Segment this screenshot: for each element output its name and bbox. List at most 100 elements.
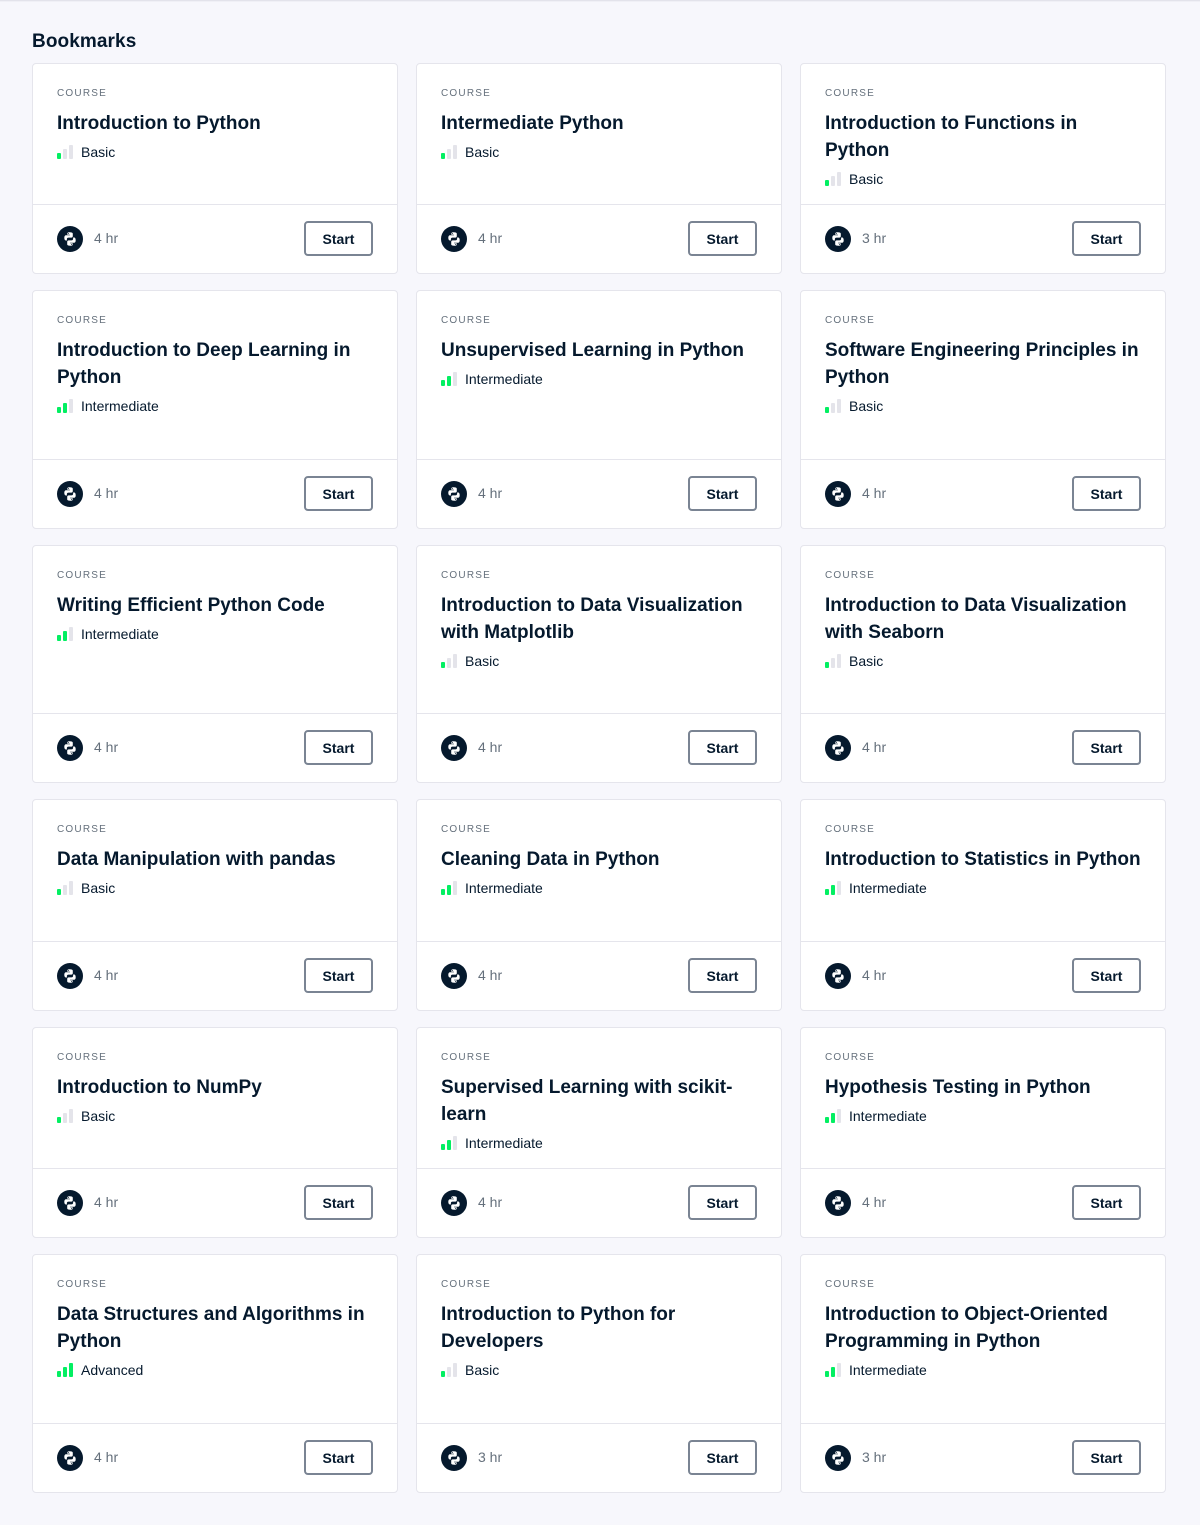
start-button[interactable]: Start [688, 1185, 757, 1220]
difficulty-bars-icon [57, 145, 73, 159]
card-footer: 4 hr Start [33, 204, 397, 273]
course-card[interactable]: COURSE Cleaning Data in Python Intermedi… [416, 799, 782, 1011]
course-card[interactable]: COURSE Introduction to Python for Develo… [416, 1254, 782, 1493]
difficulty-label: Intermediate [81, 398, 159, 414]
course-duration: 4 hr [862, 485, 887, 501]
start-button[interactable]: Start [1072, 1440, 1141, 1475]
difficulty-bars-icon [825, 1109, 841, 1123]
difficulty-label: Basic [849, 171, 884, 187]
difficulty-label: Intermediate [849, 1108, 927, 1124]
python-icon [441, 1190, 467, 1216]
course-card[interactable]: COURSE Intermediate Python Basic 4 hr St… [416, 63, 782, 274]
start-button[interactable]: Start [688, 958, 757, 993]
course-card[interactable]: COURSE Introduction to Deep Learning in … [32, 290, 398, 529]
python-icon [825, 1445, 851, 1471]
difficulty-level: Basic [441, 1361, 757, 1379]
difficulty-label: Basic [81, 1108, 116, 1124]
card-footer: 4 hr Start [417, 204, 781, 273]
course-duration: 4 hr [478, 967, 503, 983]
start-button[interactable]: Start [1072, 1185, 1141, 1220]
course-card[interactable]: COURSE Introduction to Data Visualizatio… [416, 545, 782, 783]
difficulty-level: Basic [57, 143, 373, 161]
course-duration: 4 hr [478, 230, 503, 246]
course-duration: 4 hr [94, 1449, 119, 1465]
course-title[interactable]: Writing Efficient Python Code [57, 592, 373, 619]
difficulty-level: Advanced [57, 1361, 373, 1379]
course-duration: 4 hr [862, 1194, 887, 1210]
course-title[interactable]: Software Engineering Principles in Pytho… [825, 337, 1141, 391]
difficulty-level: Intermediate [441, 1134, 757, 1152]
start-button[interactable]: Start [304, 476, 373, 511]
course-title[interactable]: Introduction to Data Visualization with … [825, 592, 1141, 646]
course-card[interactable]: COURSE Introduction to Functions in Pyth… [800, 63, 1166, 274]
start-button[interactable]: Start [688, 476, 757, 511]
course-duration: 4 hr [862, 739, 887, 755]
course-card[interactable]: COURSE Data Structures and Algorithms in… [32, 1254, 398, 1493]
course-card[interactable]: COURSE Supervised Learning with scikit-l… [416, 1027, 782, 1238]
course-card[interactable]: COURSE Unsupervised Learning in Python I… [416, 290, 782, 529]
content-type-label: COURSE [441, 88, 491, 99]
course-card[interactable]: COURSE Introduction to Statistics in Pyt… [800, 799, 1166, 1011]
python-icon [441, 1445, 467, 1471]
course-card[interactable]: COURSE Writing Efficient Python Code Int… [32, 545, 398, 783]
content-type-label: COURSE [441, 570, 491, 581]
course-card[interactable]: COURSE Hypothesis Testing in Python Inte… [800, 1027, 1166, 1238]
course-card[interactable]: COURSE Software Engineering Principles i… [800, 290, 1166, 529]
difficulty-bars-icon [441, 1136, 457, 1150]
start-button[interactable]: Start [304, 958, 373, 993]
course-duration: 3 hr [862, 230, 887, 246]
course-title[interactable]: Supervised Learning with scikit-learn [441, 1074, 757, 1128]
card-footer: 4 hr Start [801, 459, 1165, 528]
difficulty-level: Intermediate [441, 879, 757, 897]
content-type-label: COURSE [441, 1052, 491, 1063]
course-title[interactable]: Introduction to Python [57, 110, 373, 137]
difficulty-label: Intermediate [81, 626, 159, 642]
course-title[interactable]: Cleaning Data in Python [441, 846, 757, 873]
content-type-label: COURSE [825, 570, 875, 581]
course-title[interactable]: Introduction to Object-Oriented Programm… [825, 1301, 1141, 1355]
start-button[interactable]: Start [1072, 476, 1141, 511]
header-shadow [0, 0, 1200, 2]
content-type-label: COURSE [57, 570, 107, 581]
start-button[interactable]: Start [688, 730, 757, 765]
section-title: Bookmarks [32, 31, 137, 52]
start-button[interactable]: Start [304, 1185, 373, 1220]
difficulty-level: Intermediate [441, 370, 757, 388]
course-title[interactable]: Introduction to Python for Developers [441, 1301, 757, 1355]
course-title[interactable]: Data Structures and Algorithms in Python [57, 1301, 373, 1355]
course-title[interactable]: Unsupervised Learning in Python [441, 337, 757, 364]
start-button[interactable]: Start [304, 730, 373, 765]
course-title[interactable]: Hypothesis Testing in Python [825, 1074, 1141, 1101]
course-duration: 4 hr [94, 485, 119, 501]
course-title[interactable]: Introduction to NumPy [57, 1074, 373, 1101]
difficulty-bars-icon [441, 1363, 457, 1377]
card-footer: 4 hr Start [33, 941, 397, 1010]
course-title[interactable]: Introduction to Data Visualization with … [441, 592, 757, 646]
course-duration: 4 hr [478, 485, 503, 501]
difficulty-level: Basic [57, 879, 373, 897]
start-button[interactable]: Start [1072, 221, 1141, 256]
course-title[interactable]: Data Manipulation with pandas [57, 846, 373, 873]
course-card[interactable]: COURSE Introduction to Data Visualizatio… [800, 545, 1166, 783]
start-button[interactable]: Start [688, 221, 757, 256]
course-title[interactable]: Introduction to Deep Learning in Python [57, 337, 373, 391]
content-type-label: COURSE [441, 1279, 491, 1290]
course-duration: 4 hr [94, 739, 119, 755]
course-card[interactable]: COURSE Introduction to Object-Oriented P… [800, 1254, 1166, 1493]
python-icon [825, 1190, 851, 1216]
start-button[interactable]: Start [1072, 958, 1141, 993]
start-button[interactable]: Start [1072, 730, 1141, 765]
course-card[interactable]: COURSE Introduction to NumPy Basic 4 hr … [32, 1027, 398, 1238]
difficulty-level: Intermediate [825, 879, 1141, 897]
course-card[interactable]: COURSE Data Manipulation with pandas Bas… [32, 799, 398, 1011]
start-button[interactable]: Start [304, 221, 373, 256]
course-title[interactable]: Introduction to Statistics in Python [825, 846, 1141, 873]
course-title[interactable]: Introduction to Functions in Python [825, 110, 1141, 164]
course-title[interactable]: Intermediate Python [441, 110, 757, 137]
difficulty-label: Intermediate [849, 1362, 927, 1378]
course-card[interactable]: COURSE Introduction to Python Basic 4 hr… [32, 63, 398, 274]
start-button[interactable]: Start [304, 1440, 373, 1475]
content-type-label: COURSE [441, 824, 491, 835]
start-button[interactable]: Start [688, 1440, 757, 1475]
difficulty-label: Advanced [81, 1362, 144, 1378]
